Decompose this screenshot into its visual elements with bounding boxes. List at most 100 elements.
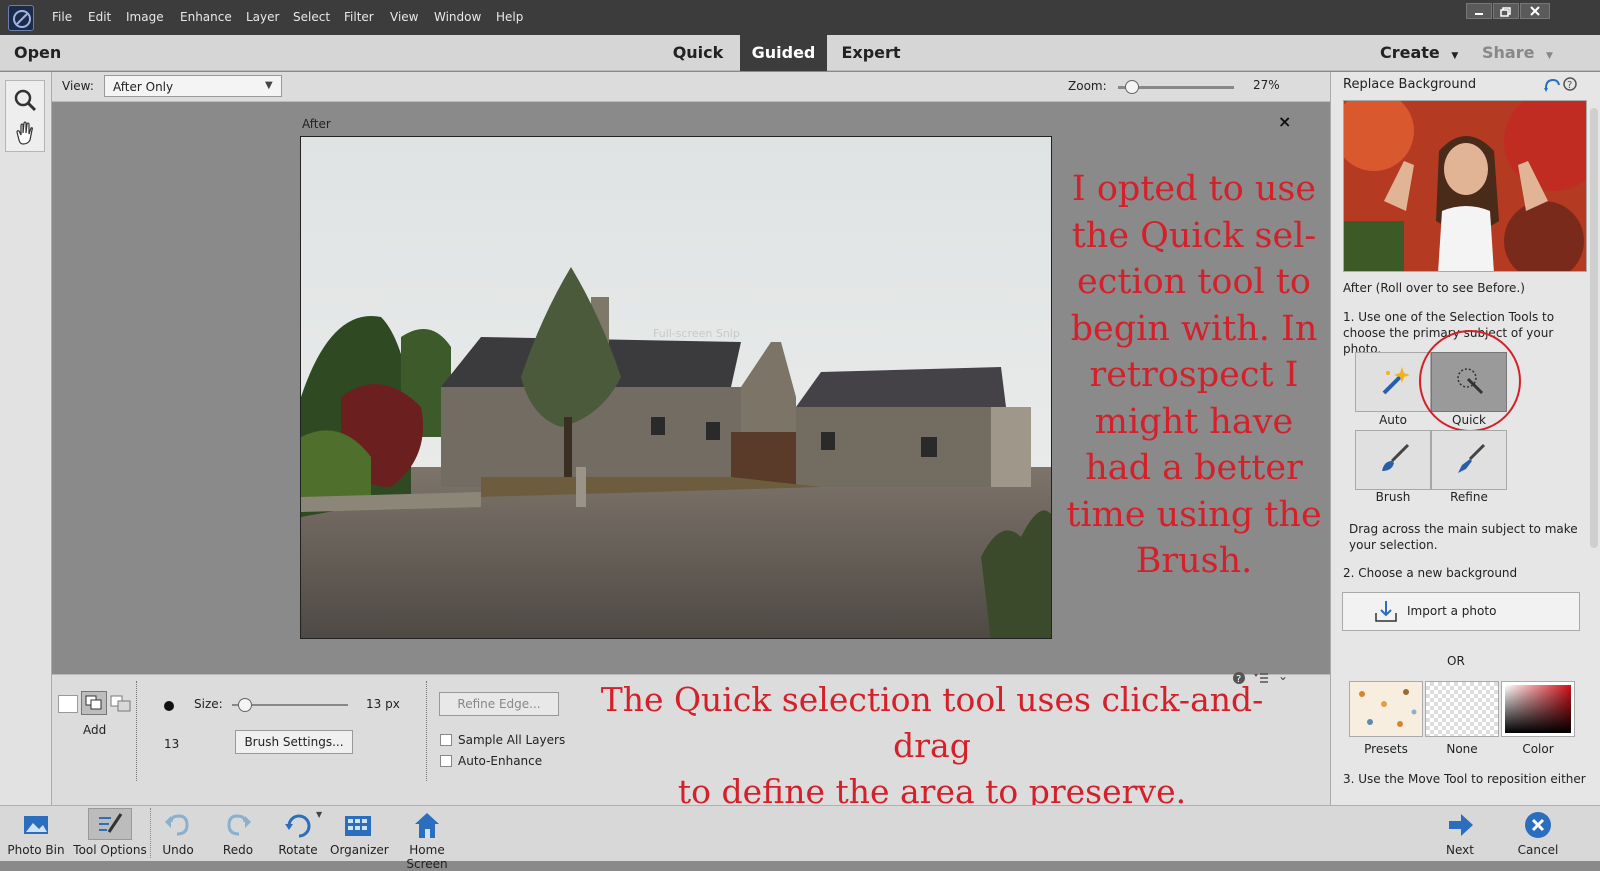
refine-brush-icon xyxy=(1454,443,1486,478)
photo[interactable]: Full-screen Snip xyxy=(300,136,1052,639)
view-select[interactable]: After Only ▼ xyxy=(104,75,282,97)
share-button[interactable]: Share ▼ xyxy=(1482,35,1572,71)
menu-view[interactable]: View xyxy=(390,10,418,24)
home-screen-button[interactable]: Home Screen xyxy=(388,810,466,871)
photo-bin-label: Photo Bin xyxy=(7,843,65,857)
import-photo-button[interactable]: Import a photo xyxy=(1342,592,1580,631)
subtract-selection-icon[interactable] xyxy=(110,695,132,713)
create-button[interactable]: Create ▼ xyxy=(1380,35,1470,71)
size-number: 13 xyxy=(164,737,180,751)
rotate-button[interactable]: Rotate xyxy=(276,810,320,857)
tool-options-panel: ? ⌄ Add Size: 13 px 13 Brush Settings...… xyxy=(52,669,1330,811)
refine-selection-button[interactable] xyxy=(1431,430,1507,490)
tool-label-auto: Auto xyxy=(1379,413,1407,427)
preview-image[interactable] xyxy=(1343,100,1587,272)
panel-scrollbar[interactable] xyxy=(1590,108,1598,548)
refine-edge-button[interactable]: Refine Edge... xyxy=(439,692,559,716)
new-selection-icon[interactable] xyxy=(58,695,78,713)
annotation-line: The Quick selection tool uses click-and-… xyxy=(600,680,1264,765)
annotation-line: the Quick sel- xyxy=(1071,215,1317,256)
magic-wand-icon xyxy=(1378,365,1410,400)
minimize-icon[interactable] xyxy=(1466,3,1492,19)
redo-icon xyxy=(223,810,253,840)
or-text: OR xyxy=(1447,654,1465,668)
zoom-tool-icon[interactable] xyxy=(10,86,40,114)
cancel-button[interactable]: Cancel xyxy=(1512,810,1564,857)
bg-label-presets: Presets xyxy=(1364,742,1408,756)
undo-button[interactable]: Undo xyxy=(156,810,200,857)
chevron-down-icon: ▼ xyxy=(265,80,273,91)
annotation-right: I opted to use the Quick sel- ection too… xyxy=(1060,166,1328,585)
color-swatch[interactable] xyxy=(1501,681,1575,737)
panel-title: Replace Background xyxy=(1343,77,1477,92)
photo-bin-button[interactable]: Photo Bin xyxy=(4,810,68,857)
divider xyxy=(426,681,427,781)
redo-label: Redo xyxy=(222,843,254,857)
close-window-icon[interactable] xyxy=(1520,3,1550,19)
share-label: Share xyxy=(1482,43,1535,62)
menu-window[interactable]: Window xyxy=(434,10,481,24)
zoom-slider-handle[interactable] xyxy=(1124,80,1139,94)
menu-edit[interactable]: Edit xyxy=(88,10,111,24)
brush-selection-button[interactable] xyxy=(1355,430,1431,490)
tab-expert[interactable]: Expert xyxy=(832,35,910,71)
view-select-value: After Only xyxy=(113,80,174,94)
bottom-bar: Photo Bin Tool Options Undo Redo Rotate … xyxy=(0,805,1600,871)
organizer-button[interactable]: Organizer xyxy=(330,810,389,857)
add-selection-icon[interactable] xyxy=(81,691,107,715)
next-label: Next xyxy=(1446,843,1474,857)
presets-swatch[interactable] xyxy=(1349,681,1423,737)
home-screen-label: Home Screen xyxy=(406,843,448,871)
menu-file[interactable]: File xyxy=(52,10,72,24)
chevron-down-icon[interactable]: ▼ xyxy=(316,810,322,819)
sample-all-layers-checkbox[interactable] xyxy=(440,734,452,746)
redo-button[interactable]: Redo xyxy=(216,810,260,857)
view-options-bar: View: After Only ▼ Zoom: 27% xyxy=(52,72,1330,102)
tab-guided[interactable]: Guided xyxy=(740,35,827,71)
cancel-icon xyxy=(1523,810,1553,840)
auto-enhance-label: Auto-Enhance xyxy=(458,754,543,768)
organizer-label: Organizer xyxy=(330,843,389,857)
step3-text: 3. Use the Move Tool to reposition eithe… xyxy=(1343,772,1586,786)
tool-label-refine: Refine xyxy=(1450,490,1488,504)
size-value: 13 px xyxy=(366,697,400,711)
highlight-circle xyxy=(1419,330,1521,432)
home-icon xyxy=(412,810,442,840)
none-swatch[interactable] xyxy=(1425,681,1499,737)
drag-hint: Drag across the main subject to make you… xyxy=(1349,522,1578,552)
menu-layer[interactable]: Layer xyxy=(246,10,279,24)
menu-image[interactable]: Image xyxy=(126,10,164,24)
menu-help[interactable]: Help xyxy=(496,10,523,24)
bg-label-color: Color xyxy=(1522,742,1554,756)
brush-icon xyxy=(1378,443,1410,478)
tool-options-button[interactable]: Tool Options xyxy=(72,810,148,857)
app-logo-icon[interactable] xyxy=(8,5,34,31)
undo-icon xyxy=(163,810,193,840)
organizer-icon xyxy=(343,810,373,840)
auto-enhance-checkbox[interactable] xyxy=(440,755,452,767)
help-icon[interactable]: ? xyxy=(1563,77,1577,94)
menu-select[interactable]: Select xyxy=(293,10,330,24)
view-label: View: xyxy=(62,79,94,93)
close-icon[interactable]: × xyxy=(1278,112,1291,131)
reset-icon[interactable] xyxy=(1543,76,1561,95)
svg-text:?: ? xyxy=(1567,80,1572,91)
open-button[interactable]: Open ▼ xyxy=(14,35,84,97)
brush-settings-button[interactable]: Brush Settings... xyxy=(235,730,353,754)
menu-enhance[interactable]: Enhance xyxy=(180,10,232,24)
menu-filter[interactable]: Filter xyxy=(344,10,374,24)
tool-options-label: Tool Options xyxy=(73,843,147,857)
guided-panel: Replace Background ? After (Roll over to… xyxy=(1330,72,1600,805)
next-button[interactable]: Next xyxy=(1438,810,1482,857)
restore-icon[interactable] xyxy=(1493,3,1519,19)
zoom-value: 27% xyxy=(1253,78,1280,92)
create-label: Create xyxy=(1380,43,1440,62)
size-slider-handle[interactable] xyxy=(237,698,252,712)
annotation-line: ection tool to xyxy=(1077,262,1311,302)
bg-label-none: None xyxy=(1446,742,1478,756)
color-gradient xyxy=(1505,685,1571,733)
tab-quick[interactable]: Quick xyxy=(662,35,734,71)
size-label: Size: xyxy=(194,697,223,711)
import-label: Import a photo xyxy=(1407,604,1497,618)
hand-tool-icon[interactable] xyxy=(10,118,40,148)
